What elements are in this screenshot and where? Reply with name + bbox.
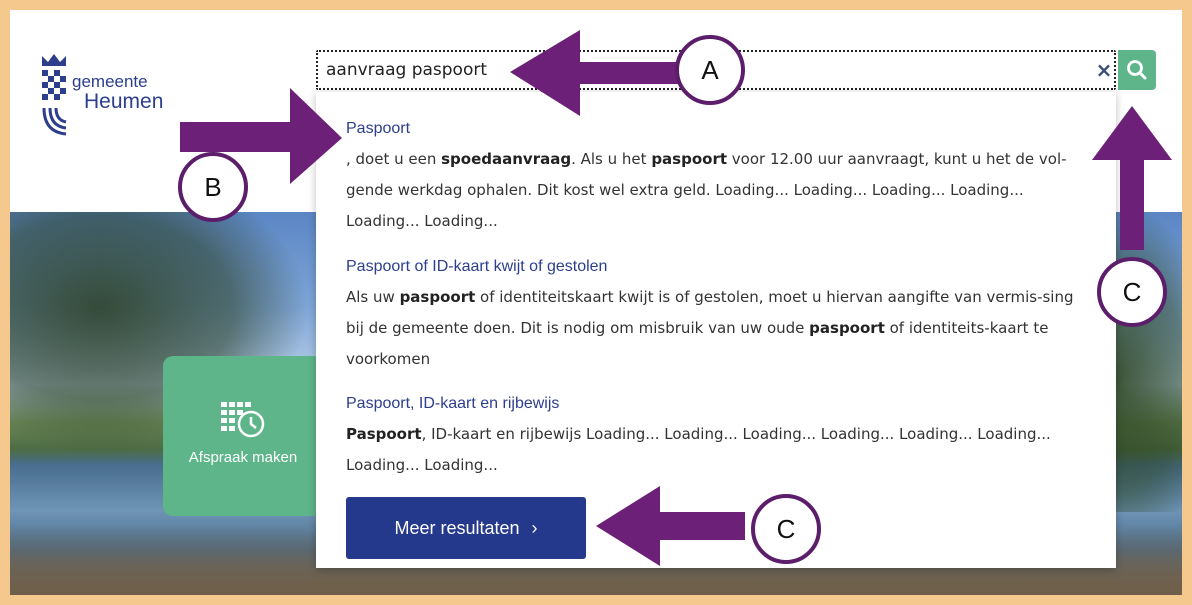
search-result-1-link[interactable]: Paspoort	[346, 120, 1086, 138]
more-results-label: Meer resultaten	[394, 517, 520, 538]
page-frame: gemeente Heumen Afspraak maken × Paspoor…	[10, 10, 1182, 595]
coat-of-arms-icon	[42, 54, 67, 136]
search-result-2: Paspoort of ID-kaart kwijt of gestolen A…	[346, 258, 1086, 375]
search-result-3-snippet: Paspoort, ID-kaart en rijbewijs Loading.…	[346, 425, 1051, 474]
search-box[interactable]: ×	[316, 50, 1116, 90]
logo-text-heumen: Heumen	[84, 90, 164, 113]
chevron-right-icon: ›	[531, 517, 538, 538]
clear-search-button[interactable]: ×	[1094, 58, 1114, 82]
appointment-tile[interactable]: Afspraak maken	[163, 356, 323, 516]
logo-text-gemeente: gemeente	[72, 72, 148, 91]
appointment-tile-label: Afspraak maken	[188, 449, 298, 466]
search-input[interactable]	[326, 56, 1086, 84]
more-results-button[interactable]: Meer resultaten ›	[346, 497, 586, 559]
search-result-1: Paspoort , doet u een spoedaanvraag. Als…	[346, 120, 1086, 237]
search-result-2-link[interactable]: Paspoort of ID-kaart kwijt of gestolen	[346, 258, 1086, 276]
search-suggestions-dropdown: Paspoort , doet u een spoedaanvraag. Als…	[316, 92, 1116, 568]
search-result-3-link[interactable]: Paspoort, ID-kaart en rijbewijs	[346, 395, 1086, 413]
municipality-logo[interactable]: gemeente Heumen	[40, 52, 190, 142]
search-result-3: Paspoort, ID-kaart en rijbewijs Paspoort…	[346, 395, 1086, 481]
search-result-2-snippet: Als uw paspoort of identiteitskaart kwij…	[346, 288, 1074, 368]
search-result-1-snippet: , doet u een spoedaanvraag. Als u het pa…	[346, 150, 1067, 230]
calendar-clock-icon	[221, 402, 265, 438]
search-icon	[1127, 60, 1147, 80]
search-button[interactable]	[1118, 50, 1156, 90]
